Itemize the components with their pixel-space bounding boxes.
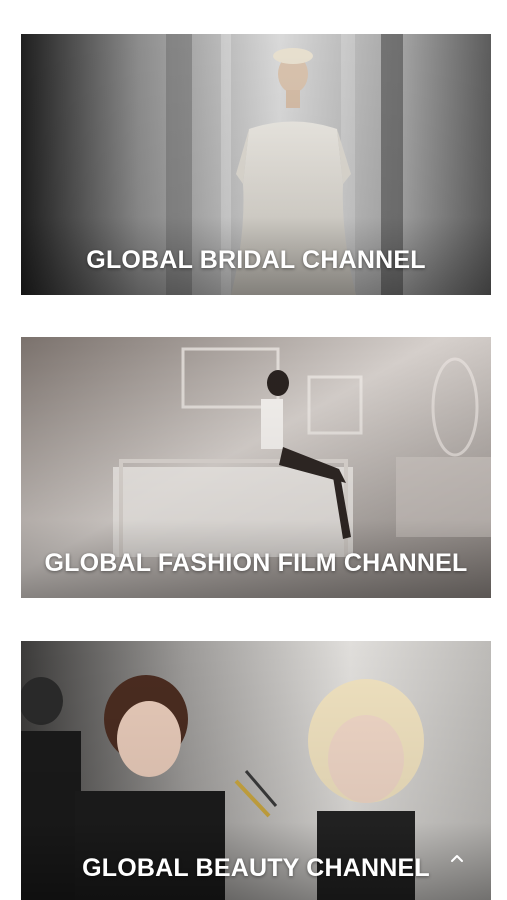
channel-card-beauty[interactable]: GLOBAL BEAUTY CHANNEL	[21, 641, 491, 900]
channel-title: GLOBAL FASHION FILM CHANNEL	[44, 549, 468, 577]
channel-title: GLOBAL BRIDAL CHANNEL	[86, 246, 426, 274]
scroll-to-top-button[interactable]	[447, 848, 467, 868]
chevron-up-icon	[451, 855, 463, 862]
channel-card-fashion-film[interactable]: GLOBAL FASHION FILM CHANNEL	[21, 337, 491, 598]
channel-card-bridal[interactable]: GLOBAL BRIDAL CHANNEL	[21, 34, 491, 295]
channel-title: GLOBAL BEAUTY CHANNEL	[82, 854, 430, 882]
channel-list-page: GLOBAL BRIDAL CHANNEL GLOBAL FASHION FIL…	[0, 0, 507, 900]
